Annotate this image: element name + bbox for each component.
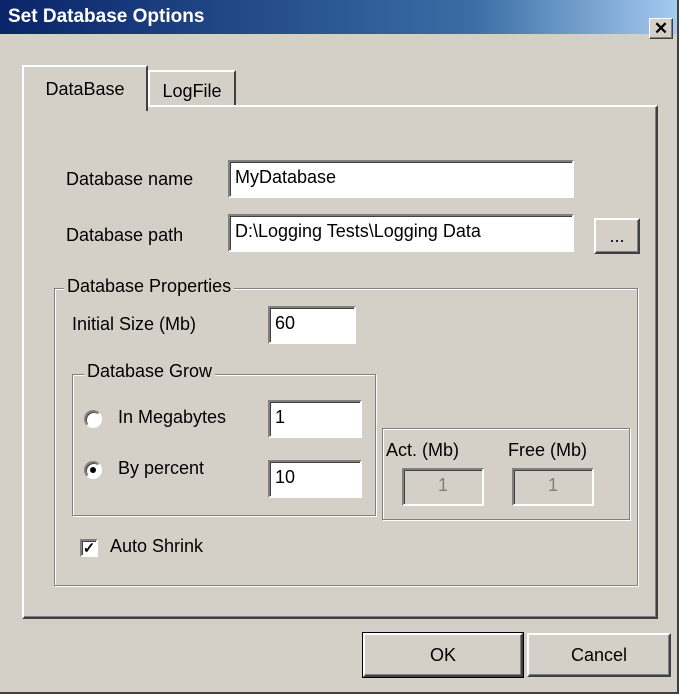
grow-percent-input[interactable]: 10 xyxy=(268,460,362,498)
tab-database-label: DataBase xyxy=(45,78,125,99)
in-megabytes-radio[interactable] xyxy=(84,410,102,428)
close-button[interactable]: ✕ xyxy=(649,18,673,39)
browse-path-button[interactable]: ... xyxy=(594,218,640,254)
actual-size-label: Act. (Mb) xyxy=(386,440,460,460)
tab-logfile[interactable]: LogFile xyxy=(148,70,236,110)
database-grow-label: Database Grow xyxy=(84,361,216,382)
free-size-field: 1 xyxy=(512,468,594,506)
checkmark-icon: ✓ xyxy=(82,539,96,557)
cancel-label: Cancel xyxy=(570,644,628,665)
free-size-label: Free (Mb) xyxy=(508,440,588,460)
database-path-label: Database path xyxy=(66,225,184,245)
database-name-input[interactable]: MyDatabase xyxy=(228,160,574,198)
auto-shrink-checkbox[interactable]: ✓ xyxy=(80,539,98,557)
close-icon: ✕ xyxy=(653,19,669,38)
auto-shrink-label: Auto Shrink xyxy=(110,536,204,556)
initial-size-label: Initial Size (Mb) xyxy=(72,314,197,334)
in-megabytes-label: In Megabytes xyxy=(118,407,227,427)
window-title: Set Database Options xyxy=(8,6,205,27)
set-database-options-dialog: Set Database Options ✕ DataBase LogFile … xyxy=(0,0,679,694)
ok-button[interactable]: OK xyxy=(362,632,524,678)
cancel-button[interactable]: Cancel xyxy=(527,633,671,677)
by-percent-radio[interactable] xyxy=(84,461,102,479)
actual-size-field: 1 xyxy=(402,468,484,506)
ok-label: OK xyxy=(429,644,456,665)
initial-size-input[interactable]: 60 xyxy=(268,306,356,344)
database-path-input[interactable]: D:\Logging Tests\Logging Data xyxy=(228,214,574,252)
browse-label: ... xyxy=(609,225,625,246)
tab-logfile-label: LogFile xyxy=(162,80,222,101)
title-bar[interactable]: Set Database Options ✕ xyxy=(0,0,677,39)
database-name-label: Database name xyxy=(66,169,194,189)
grow-megabytes-input[interactable]: 1 xyxy=(268,400,362,438)
database-properties-label: Database Properties xyxy=(64,276,235,297)
tab-database[interactable]: DataBase xyxy=(22,65,148,111)
by-percent-label: By percent xyxy=(118,458,205,478)
